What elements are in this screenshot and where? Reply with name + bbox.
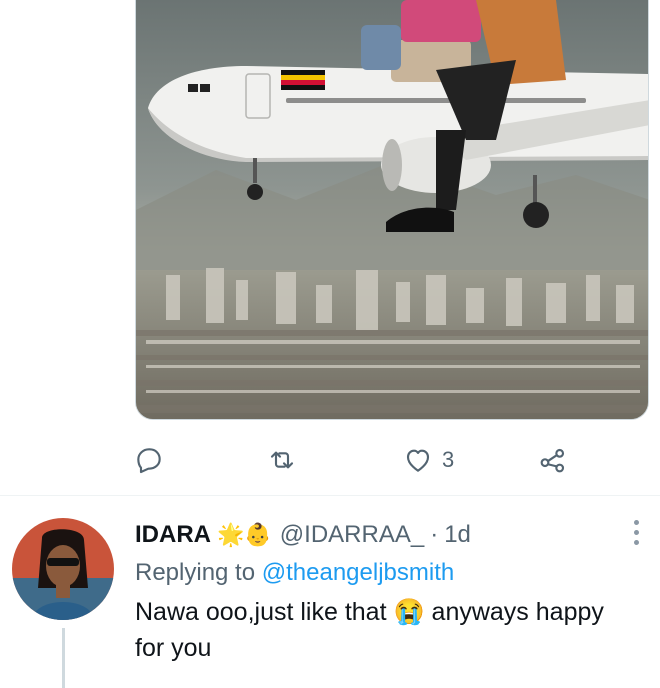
timestamp[interactable]: 1d [444,518,471,552]
user-handle[interactable]: @IDARRAA_ [280,518,424,552]
profile-photo [12,518,114,620]
speech-bubble-icon [137,448,161,474]
replying-prefix: Replying to [135,559,262,586]
reply-tweet[interactable]: IDARA 🌟👶 @IDARRAA_ · 1d Replying to @the… [135,518,635,666]
reply-text: Nawa ooo,just like that 😭 anyways happy … [135,598,604,662]
airplane-city-photo [136,0,648,419]
display-name[interactable]: IDARA [135,518,211,552]
thread-line [62,628,65,688]
tweet-action-bar: 3 [0,440,660,480]
retweet-button[interactable] [266,440,306,480]
retweet-icon [270,451,294,469]
separator-dot: · [430,521,439,548]
tweet-divider [0,495,660,496]
reply-button[interactable] [133,440,173,480]
more-dots-icon[interactable] [632,520,640,550]
share-icon [540,448,565,473]
like-count: 3 [442,447,455,472]
reply-header: IDARA 🌟👶 @IDARRAA_ · 1d [135,518,635,552]
avatar[interactable] [12,518,114,620]
name-emojis: 🌟👶 [217,522,272,547]
replying-to-link[interactable]: @theangeljbsmith [262,559,454,586]
heart-icon [406,449,430,472]
replying-to: Replying to @theangeljbsmith [135,556,635,590]
share-button[interactable] [537,440,569,480]
tweet-media-image[interactable] [135,0,649,420]
like-button[interactable]: 3 [402,440,454,480]
